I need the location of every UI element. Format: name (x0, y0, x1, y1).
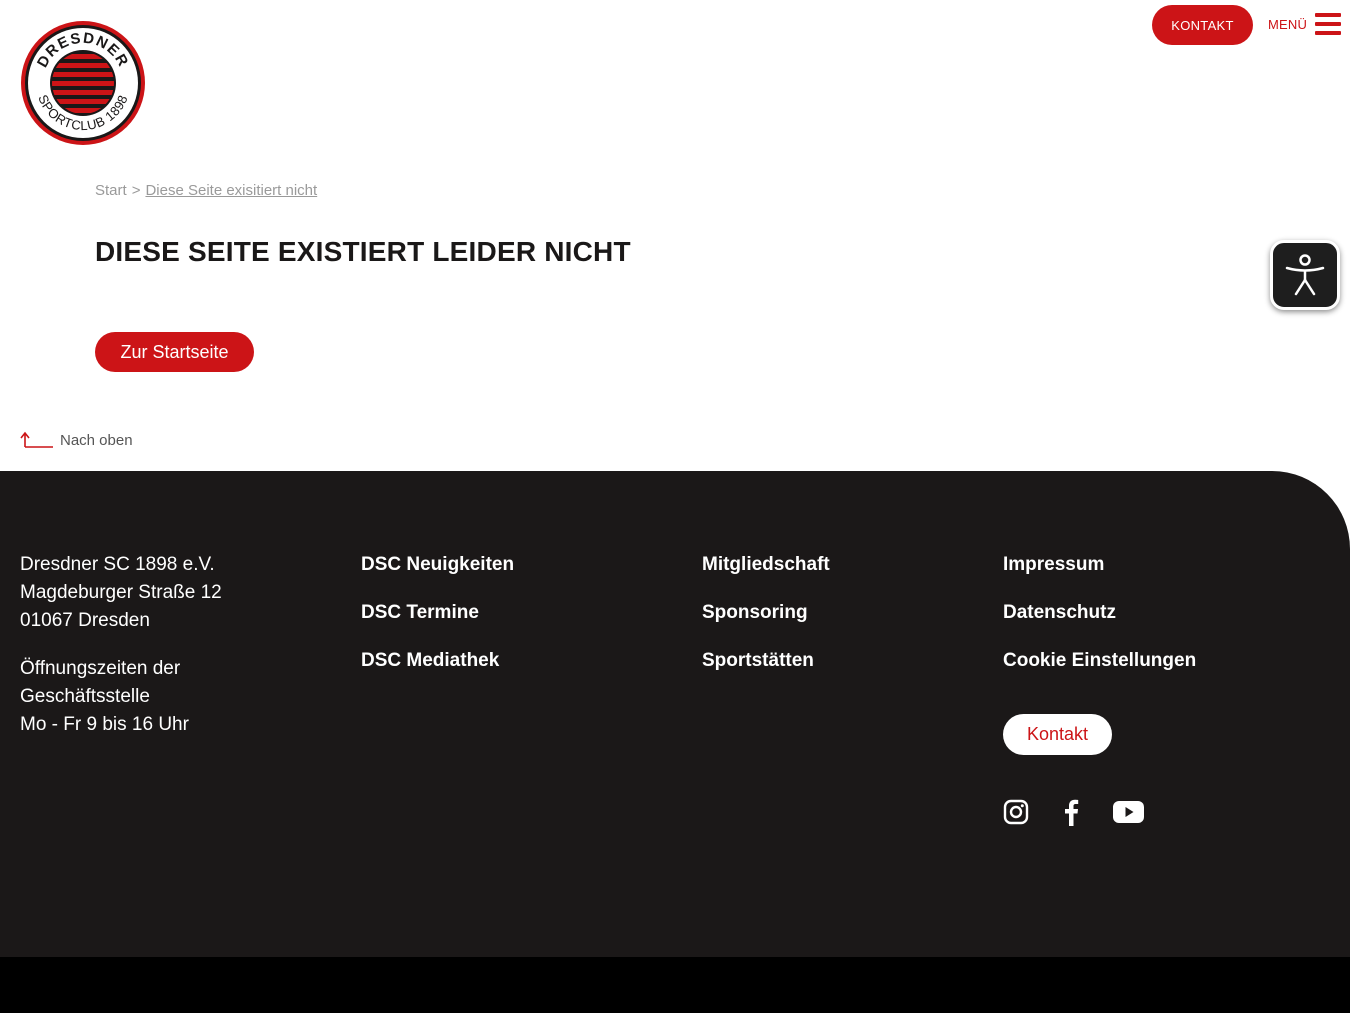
address-line: Dresdner SC 1898 e.V. (20, 554, 215, 575)
breadcrumb-start[interactable]: Start (95, 182, 127, 199)
footer-kontakt-button[interactable]: Kontakt (1003, 714, 1112, 755)
footer-address: Dresdner SC 1898 e.V. Magdeburger Straße… (20, 551, 222, 739)
breadcrumb-separator: > (131, 182, 141, 199)
footer-column-legal: Impressum Datenschutz Cookie Einstellung… (1003, 551, 1196, 675)
footer-link-cookie-settings[interactable]: Cookie Einstellungen (1003, 647, 1196, 675)
start-page-button[interactable]: Zur Startseite (95, 332, 254, 372)
footer-column-news: DSC Neuigkeiten DSC Termine DSC Mediathe… (361, 551, 514, 675)
facebook-icon[interactable] (1063, 798, 1079, 831)
dsc-logo-image: DRESDNER SPORTCLUB 1898 (21, 21, 145, 145)
footer-link-impressum[interactable]: Impressum (1003, 551, 1196, 579)
footer-link-sportstaetten[interactable]: Sportstätten (702, 647, 830, 675)
breadcrumb-current[interactable]: Diese Seite exisitiert nicht (145, 182, 317, 199)
breadcrumb: Start > Diese Seite exisitiert nicht (95, 182, 317, 199)
address-line: Magdeburger Straße 12 (20, 582, 222, 603)
footer-link-neuigkeiten[interactable]: DSC Neuigkeiten (361, 551, 514, 579)
page-title: DIESE SEITE EXISTIERT LEIDER NICHT (95, 236, 631, 267)
arrow-up-icon (20, 431, 53, 448)
opening-hours-line: Öffnungszeiten der (20, 658, 181, 679)
footer-link-mediathek[interactable]: DSC Mediathek (361, 647, 514, 675)
footer-link-sponsoring[interactable]: Sponsoring (702, 599, 830, 627)
footer: Dresdner SC 1898 e.V. Magdeburger Straße… (0, 471, 1350, 957)
menu-toggle[interactable]: MENÜ (1268, 12, 1342, 36)
footer-link-termine[interactable]: DSC Termine (361, 599, 514, 627)
logo[interactable]: DRESDNER SPORTCLUB 1898 (20, 20, 146, 146)
footer-bottom-bar (0, 957, 1350, 1013)
footer-column-club: Mitgliedschaft Sponsoring Sportstätten (702, 551, 830, 675)
address-line: 01067 Dresden (20, 610, 150, 631)
accessibility-button[interactable] (1270, 240, 1340, 310)
instagram-icon[interactable] (1003, 799, 1029, 830)
kontakt-button[interactable]: KONTAKT (1152, 5, 1253, 45)
back-to-top-label: Nach oben (60, 432, 133, 449)
opening-hours-line: Mo - Fr 9 bis 16 Uhr (20, 714, 189, 735)
menu-label: MENÜ (1268, 16, 1308, 32)
accessibility-icon (1285, 254, 1325, 296)
hamburger-icon (1315, 13, 1342, 35)
youtube-icon[interactable] (1113, 801, 1144, 828)
opening-hours-line: Geschäftsstelle (20, 686, 150, 707)
footer-link-datenschutz[interactable]: Datenschutz (1003, 599, 1196, 627)
footer-link-mitgliedschaft[interactable]: Mitgliedschaft (702, 551, 830, 579)
back-to-top-link[interactable]: Nach oben (20, 431, 133, 449)
social-links (1003, 798, 1144, 831)
